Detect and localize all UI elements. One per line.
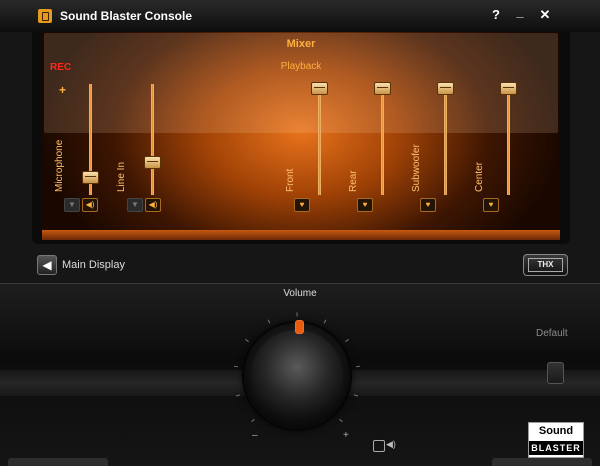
line-in-dropdown-button[interactable]: ▼ xyxy=(127,198,143,212)
rear-slider-thumb[interactable] xyxy=(374,82,391,95)
main-display-link[interactable]: Main Display xyxy=(62,259,125,271)
title-bar: Sound Blaster Console ? _ ✕ xyxy=(0,0,600,32)
rec-plus-label: + xyxy=(59,83,67,97)
volume-knob-indicator xyxy=(295,320,304,334)
front-output-button[interactable]: ♥ xyxy=(294,198,310,212)
volume-minus-label: – xyxy=(252,430,258,441)
center-slider-thumb[interactable] xyxy=(500,82,517,95)
close-button[interactable]: ✕ xyxy=(537,7,553,23)
microphone-dropdown-button[interactable]: ▼ xyxy=(64,198,80,212)
rear-slider-track[interactable] xyxy=(381,84,384,195)
minimize-button[interactable]: _ xyxy=(512,4,528,19)
speaker-icon: ◀) xyxy=(386,439,396,449)
volume-knob[interactable] xyxy=(251,330,343,422)
rear-output-button[interactable]: ♥ xyxy=(357,198,373,212)
front-slider-track[interactable] xyxy=(318,84,321,195)
playback-label: Playback xyxy=(280,61,322,72)
logo-line1: Sound xyxy=(538,425,574,437)
arrow-left-icon[interactable]: ◀ xyxy=(37,255,57,275)
center-label: Center xyxy=(474,161,485,192)
subwoofer-output-button[interactable]: ♥ xyxy=(420,198,436,212)
window-title: Sound Blaster Console xyxy=(60,9,193,23)
default-label: Default xyxy=(536,328,568,339)
subwoofer-label: Subwoofer xyxy=(411,144,422,192)
front-label: Front xyxy=(285,168,296,192)
center-slider-track[interactable] xyxy=(507,84,510,195)
mixer-panel: Mixer REC Playback + Microphone ▼ ◀) Lin… xyxy=(32,32,570,244)
volume-plus-label: + xyxy=(343,430,349,441)
line-in-slider-thumb[interactable] xyxy=(144,156,161,170)
volume-mute-checkbox[interactable] xyxy=(373,440,385,452)
microphone-label: Microphone xyxy=(54,139,65,192)
line-in-label: Line In xyxy=(116,161,127,192)
subwoofer-slider-track[interactable] xyxy=(444,84,447,195)
thx-button[interactable]: THX xyxy=(523,254,568,276)
microphone-mute-button[interactable]: ◀) xyxy=(82,198,98,212)
help-button[interactable]: ? xyxy=(488,7,504,22)
center-output-button[interactable]: ♥ xyxy=(483,198,499,212)
sound-blaster-logo: Sound BLASTER xyxy=(528,422,584,458)
logo-line2: BLASTER xyxy=(529,441,583,455)
line-in-mute-button[interactable]: ◀) xyxy=(145,198,161,212)
subwoofer-slider-thumb[interactable] xyxy=(437,82,454,95)
left-foot xyxy=(8,458,108,466)
mixer-bottom-glow xyxy=(42,230,560,240)
default-button[interactable] xyxy=(547,362,564,384)
sound-blaster-console-window: Sound Blaster Console ? _ ✕ Mixer REC Pl… xyxy=(0,0,600,466)
thx-logo: THX xyxy=(528,258,563,272)
rear-label: Rear xyxy=(348,170,359,192)
volume-tick xyxy=(296,312,298,317)
volume-label: Volume xyxy=(283,288,317,299)
front-slider-thumb[interactable] xyxy=(311,82,328,95)
right-foot xyxy=(492,458,592,466)
mixer-heading: Mixer xyxy=(286,38,316,50)
microphone-slider-thumb[interactable] xyxy=(82,171,99,185)
line-in-slider-track[interactable] xyxy=(151,84,154,195)
app-icon xyxy=(38,9,52,23)
